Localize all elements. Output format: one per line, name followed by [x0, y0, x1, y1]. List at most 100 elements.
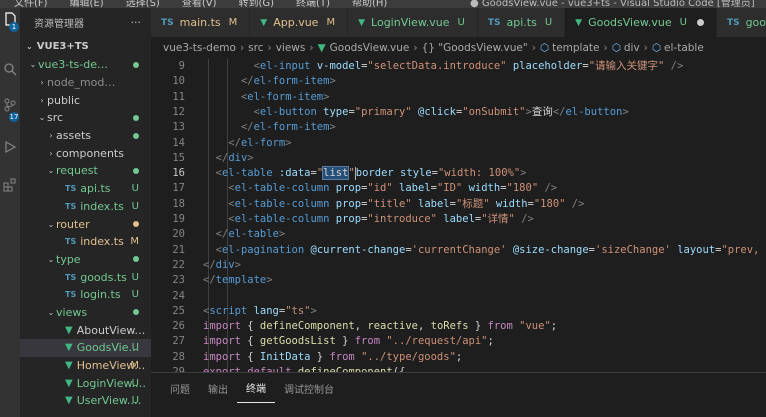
code-token: div: [228, 151, 248, 164]
code-token: }: [310, 350, 330, 363]
menu-item[interactable]: 编辑(E): [70, 0, 104, 8]
folder-item[interactable]: › components: [20, 144, 151, 162]
breadcrumb-item[interactable]: el-table: [664, 42, 704, 54]
file-item[interactable]: ▼ GoodsView.... U: [20, 339, 151, 357]
editor-tab[interactable]: TSgoods.tsU: [716, 8, 766, 37]
file-item[interactable]: ▼LoginView.vueU: [20, 374, 151, 392]
editor-tab[interactable]: TS main.ts M: [151, 8, 251, 37]
breadcrumb-item[interactable]: src: [248, 42, 263, 54]
typescript-file-icon: TS: [65, 237, 77, 247]
code-token: @click: [418, 105, 456, 118]
code-token: "请输入关键字": [588, 60, 665, 72]
code-token: layout: [677, 243, 716, 256]
code-token: InitData: [259, 350, 311, 363]
files-badge: 1: [9, 22, 19, 32]
breadcrumb-item[interactable]: GoodsView.vue: [330, 42, 410, 54]
code-line: 16 <el-table :data="list"border style="w…: [151, 166, 766, 181]
code-token: >: [310, 304, 317, 317]
panel-tab[interactable]: 输出: [199, 373, 237, 403]
folder-item[interactable]: › assets: [20, 127, 151, 145]
panel-tab[interactable]: 调试控制台: [275, 373, 343, 403]
code-line: 25 <script lang="ts">: [151, 304, 766, 319]
editor-tab[interactable]: ▼ LoginView.vue U: [348, 8, 478, 37]
git-status-badge: M: [326, 17, 336, 28]
folder-item[interactable]: › public: [20, 91, 151, 109]
line-number: 23: [172, 274, 185, 287]
extensions-icon[interactable]: [3, 178, 17, 192]
file-item[interactable]: TS api.ts U: [20, 180, 151, 198]
code-token: prop: [335, 182, 362, 195]
panel-tab[interactable]: 问题: [161, 373, 199, 403]
git-status-badge: U: [679, 17, 687, 28]
file-item[interactable]: TS goods.ts U: [20, 268, 151, 286]
vue-file-icon: ▼: [575, 17, 583, 28]
folder-item[interactable]: ⌄ vue3-ts-demo: [20, 56, 151, 74]
source-control-icon[interactable]: [3, 98, 17, 112]
folder-item[interactable]: ⌄ request: [20, 162, 151, 180]
breadcrumb-item[interactable]: div: [624, 42, 640, 54]
code-token: width: [468, 182, 501, 195]
code-text: <el-table-column prop="id" label="ID" wi…: [203, 181, 557, 196]
folder-item[interactable]: ⌄ type: [20, 251, 151, 269]
source-control-badge: 17: [9, 112, 19, 122]
file-item[interactable]: TS index.ts U: [20, 198, 151, 216]
code-token: el-form-item: [247, 90, 324, 103]
editor-tab[interactable]: ▼ GoodsView.vue U: [565, 8, 717, 37]
menu-item[interactable]: 终端(T): [296, 0, 330, 8]
menu-item[interactable]: 帮助(H): [352, 0, 387, 8]
folder-item[interactable]: ⌄ views: [20, 304, 151, 322]
breadcrumb-item[interactable]: template: [552, 42, 599, 54]
unsaved-dot-icon[interactable]: [696, 19, 704, 26]
breadcrumb-item[interactable]: views: [276, 42, 306, 54]
menu-item[interactable]: 查看(V): [182, 0, 217, 8]
code-text: <el-input v-model="selectData.introduce"…: [203, 59, 684, 74]
workspace-section[interactable]: ⌄ VUE3+TS: [20, 36, 151, 56]
code-text: <script lang="ts">: [203, 304, 317, 319]
code-line: 10 </el-form-item>: [151, 74, 766, 89]
code-token: toRefs: [430, 320, 469, 333]
file-item[interactable]: ▼ UserView.vue U: [20, 392, 151, 410]
file-item[interactable]: TS login.ts U: [20, 286, 151, 304]
line-number: 10: [172, 75, 185, 88]
menu-item[interactable]: 文件(F): [14, 0, 48, 8]
code-token: >: [329, 75, 336, 88]
code-token: el-input: [259, 60, 311, 72]
menu-item[interactable]: 转到(G): [239, 0, 275, 8]
file-item[interactable]: TS index.ts M: [20, 233, 151, 251]
code-token: "selectData.introduce": [367, 60, 507, 72]
folder-item[interactable]: ⌄ router: [20, 215, 151, 233]
element-icon: ⬡: [611, 42, 621, 54]
more-actions-icon[interactable]: ···: [131, 16, 142, 29]
folder-item[interactable]: ⌄ src: [20, 109, 151, 127]
code-token: border: [355, 167, 394, 180]
code-line: 27 import { getGoodsList } from "../reque…: [151, 334, 766, 349]
search-icon[interactable]: [3, 62, 17, 76]
code-line: 12 <el-button type="primary" @click="onS…: [151, 105, 766, 120]
typescript-file-icon: TS: [65, 184, 77, 194]
run-debug-icon[interactable]: [3, 140, 17, 154]
code-text: import { defineComponent, reactive, toRe…: [203, 319, 557, 334]
code-line: 14 </el-form>: [151, 136, 766, 151]
code-editor[interactable]: 9 <el-input v-model="selectData.introduc…: [151, 59, 766, 372]
code-token: "../request/api": [386, 335, 488, 348]
editor-tab[interactable]: TS api.ts U: [477, 8, 566, 37]
vue-file-icon: ▼: [65, 360, 73, 372]
typescript-file-icon: TS: [726, 17, 740, 28]
chevron-right-icon: ›: [40, 78, 44, 88]
breadcrumb-item[interactable]: vue3-ts-demo: [163, 42, 236, 54]
tab-label: api.ts: [506, 16, 537, 29]
folder-item[interactable]: ›node_modules: [20, 74, 151, 92]
explorer-sidebar: 资源管理器 ··· ⌄ VUE3+TS ⌄ vue3-ts-demo › node_mo…: [20, 8, 151, 417]
code-line: 22 </div>: [151, 258, 766, 273]
code-token: prop: [335, 213, 362, 225]
chevron-down-icon: ⌄: [29, 60, 37, 70]
chevron-right-icon: ›: [603, 42, 608, 54]
typescript-file-icon: TS: [65, 290, 77, 300]
breadcrumb-item[interactable]: {} "GoodsView.vue": [422, 42, 528, 54]
file-item[interactable]: ▼AboutView.vue: [20, 321, 151, 339]
editor-tab[interactable]: ▼ App.vue M: [250, 8, 349, 37]
menu-item[interactable]: 选择(S): [126, 0, 160, 8]
code-token: {: [240, 335, 260, 348]
file-item[interactable]: ▼ HomeView.... M: [20, 357, 151, 375]
panel-tab[interactable]: 终端: [237, 373, 275, 403]
